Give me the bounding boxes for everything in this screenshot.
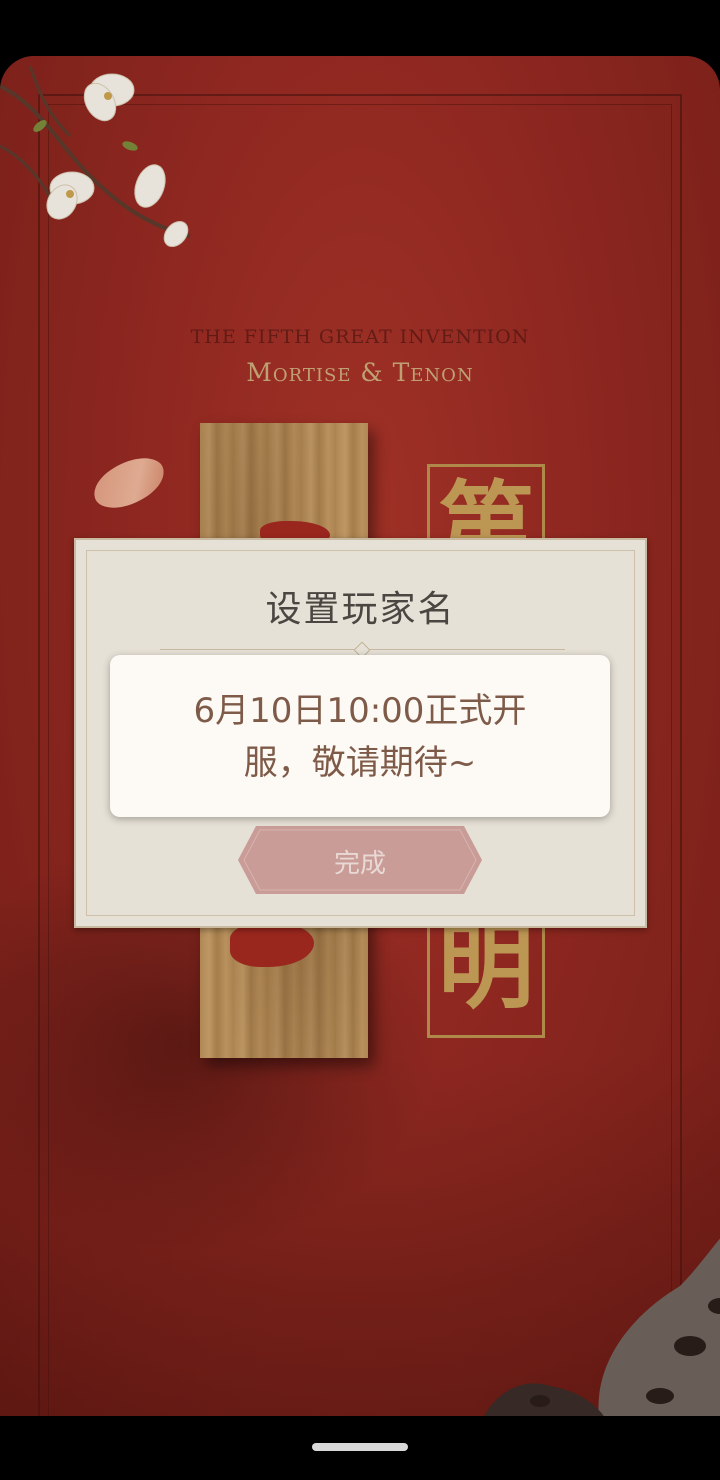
dialog-title: 设置玩家名 (265, 589, 456, 630)
done-button-label: 完成 (333, 849, 386, 879)
toast-message: 6月10日10:00正式开 服，敬请期待~ (110, 685, 610, 789)
done-button[interactable]: 完成 (238, 826, 482, 894)
toast-line-2: 服，敬请期待~ (243, 743, 477, 783)
home-indicator[interactable] (312, 1443, 408, 1451)
toast-line-1: 6月10日10:00正式开 (193, 691, 527, 731)
server-open-toast: 6月10日10:00正式开 服，敬请期待~ (110, 655, 610, 817)
